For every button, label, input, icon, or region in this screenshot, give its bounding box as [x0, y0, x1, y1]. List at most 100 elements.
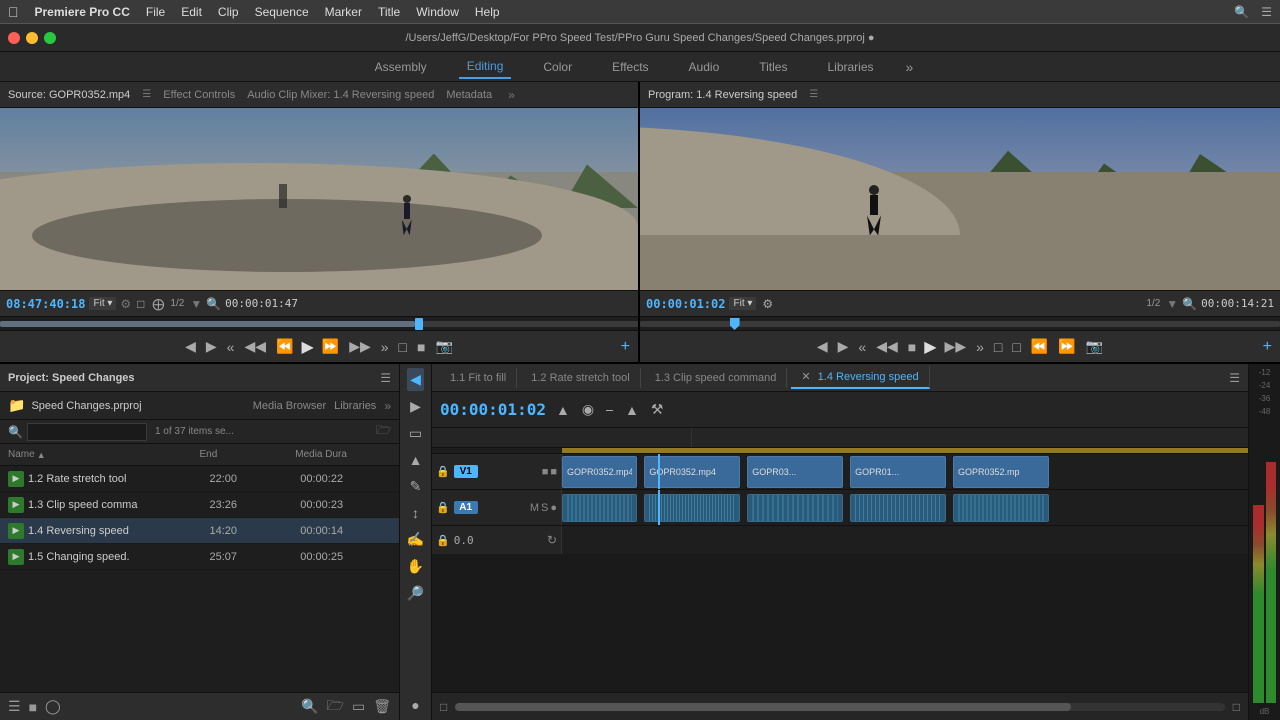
timeline-scroll-bar[interactable] [455, 703, 1225, 711]
new-item-icon[interactable]: ▭ [352, 698, 365, 715]
tab-color[interactable]: Color [535, 56, 580, 78]
clip-a1-2[interactable] [747, 494, 843, 522]
step-back-button[interactable]: ◀◀ [242, 336, 268, 357]
mark-in-button[interactable]: ◀ [183, 336, 198, 357]
rate-stretch-tool[interactable]: ▲ [406, 449, 426, 471]
source-fit-dropdown[interactable]: Fit [89, 297, 116, 310]
pen-tool[interactable]: ✍ [404, 528, 427, 551]
a1-record[interactable]: ● [550, 502, 557, 514]
step-fwd-button[interactable]: ▶▶ [347, 336, 373, 357]
go-to-start-icon[interactable]: □ [440, 700, 447, 714]
hand-tool[interactable]: ✋ [404, 555, 427, 578]
search-toolbar-icon[interactable]: 🔍 [301, 698, 318, 715]
tab-audio[interactable]: Audio [681, 56, 728, 78]
libraries-tab[interactable]: Libraries [334, 400, 376, 412]
source-zoom-icon[interactable]: 🔍 [206, 297, 221, 311]
monitor-tabs-more[interactable] [508, 88, 515, 102]
program-fraction-dropdown[interactable]: ▼ [1166, 297, 1178, 311]
go-to-end-icon[interactable]: □ [1233, 700, 1240, 714]
clip-v1-3[interactable]: GOPR01... [850, 456, 946, 488]
program-lift[interactable]: □ [992, 337, 1004, 357]
program-step-fwd-many[interactable]: » [974, 337, 986, 357]
menu-clip[interactable]: Clip [218, 5, 239, 19]
step-back-many-button[interactable]: « [225, 337, 237, 357]
clip-v1-2[interactable]: GOPR03... [747, 456, 843, 488]
tab-assembly[interactable]: Assembly [367, 56, 435, 78]
new-folder-icon[interactable]: 🗁 [327, 695, 344, 719]
program-tab[interactable]: Program: 1.4 Reversing speed [648, 89, 797, 101]
menu-title[interactable]: Title [378, 5, 400, 19]
snap-icon[interactable]: ▲ [554, 400, 572, 420]
program-add-button[interactable]: + [1263, 338, 1272, 356]
linked-selection-icon[interactable]: ◉ [580, 399, 596, 420]
razor-tool[interactable]: ✎ [407, 475, 425, 498]
tab-editing[interactable]: Editing [459, 55, 512, 79]
panel-more-icon[interactable] [384, 399, 391, 413]
audio-mixer-tab[interactable]: Audio Clip Mixer: 1.4 Reversing speed [247, 89, 434, 101]
program-step-back-many[interactable]: « [856, 337, 868, 357]
zoom-tool[interactable]: 🔎 [404, 582, 427, 605]
ripple-edit-tool[interactable]: ▭ [406, 422, 425, 445]
effect-controls-tab[interactable]: Effect Controls [163, 89, 235, 101]
a1-content[interactable] [562, 490, 1248, 525]
lift-icon[interactable]: ▲ [623, 400, 641, 420]
minimize-button[interactable] [26, 32, 38, 44]
program-scrubber[interactable] [640, 316, 1280, 330]
list-item[interactable]: ▶ 1.2 Rate stretch tool 22:00 00:00:22 [0, 466, 399, 492]
apple-menu[interactable]:  [8, 4, 19, 20]
workspace-more[interactable] [906, 59, 914, 75]
project-menu-icon[interactable]: ☰ [380, 371, 391, 385]
search-icon[interactable]: 🔍 [1234, 5, 1249, 19]
step-back-one-button[interactable]: ⏪ [274, 336, 295, 357]
program-play[interactable]: ▶ [924, 337, 936, 357]
list-item[interactable]: ▶ 1.3 Clip speed comma 23:26 00:00:23 [0, 492, 399, 518]
media-browser-tab[interactable]: Media Browser [253, 400, 326, 412]
source-tab[interactable]: Source: GOPR0352.mp4 [8, 89, 130, 101]
program-mark-in[interactable]: ◀ [815, 336, 830, 357]
source-tab-menu[interactable]: ☰ [142, 89, 151, 100]
menu-extra-icon[interactable]: ☰ [1261, 5, 1272, 19]
overwrite-button[interactable]: ■ [415, 337, 427, 357]
source-settings-icon[interactable]: ⚙ [120, 297, 131, 311]
menu-window[interactable]: Window [416, 5, 459, 19]
menu-file[interactable]: File [146, 5, 165, 19]
timeline-tab-menu[interactable]: ☰ [1229, 371, 1240, 385]
source-add-button[interactable]: + [621, 338, 630, 356]
icon-view-icon[interactable]: ■ [29, 699, 37, 715]
list-item[interactable]: ▶ 1.5 Changing speed. 25:07 00:00:25 [0, 544, 399, 570]
a1-lock-icon[interactable]: 🔒 [436, 501, 450, 514]
voice-record-icon[interactable]: ● [408, 694, 422, 716]
mark-out-button[interactable]: ▶ [204, 336, 219, 357]
menu-edit[interactable]: Edit [181, 5, 202, 19]
clip-a1-3[interactable] [850, 494, 946, 522]
metadata-tab[interactable]: Metadata [446, 89, 492, 101]
active-tab-close[interactable]: ✕ [801, 371, 810, 383]
program-extract[interactable]: □ [1010, 337, 1022, 357]
a1-mute[interactable]: M [530, 502, 539, 514]
source-scrubber[interactable] [0, 316, 638, 330]
program-stop[interactable]: ■ [906, 337, 918, 357]
master-content[interactable] [562, 526, 1248, 554]
clip-v1-0[interactable]: GOPR0352.mp4 [562, 456, 637, 488]
program-step-fwd[interactable]: ▶▶ [943, 336, 969, 357]
list-item[interactable]: ▶ 1.4 Reversing speed 14:20 00:00:14 [0, 518, 399, 544]
track-select-tool[interactable]: ▶ [407, 395, 424, 418]
master-lock[interactable]: 🔒 [436, 534, 450, 547]
timeline-tab-3[interactable]: ✕ 1.4 Reversing speed [791, 366, 929, 389]
wrench-icon[interactable]: ⚒ [649, 399, 666, 420]
add-edit-icon[interactable]: ⎯ [604, 399, 615, 420]
clip-a1-0[interactable] [562, 494, 637, 522]
program-export-frame[interactable]: 📷 [1084, 336, 1105, 357]
tab-libraries[interactable]: Libraries [819, 56, 881, 78]
list-view-icon[interactable]: ☰ [8, 698, 21, 715]
program-fit-dropdown[interactable]: Fit [729, 297, 756, 310]
source-fraction-dropdown[interactable]: ▼ [190, 297, 202, 311]
v1-solo[interactable]: ■ [550, 466, 557, 478]
v1-toggle-output[interactable]: ■ [542, 466, 549, 478]
timeline-tab-0[interactable]: 1.1 Fit to fill [440, 368, 517, 388]
timeline-tab-1[interactable]: 1.2 Rate stretch tool [521, 368, 640, 388]
program-settings-icon[interactable]: ⚙ [760, 297, 775, 311]
timeline-tab-2[interactable]: 1.3 Clip speed command [645, 368, 788, 388]
v1-lock-icon[interactable]: 🔒 [436, 465, 450, 478]
menu-sequence[interactable]: Sequence [255, 5, 309, 19]
